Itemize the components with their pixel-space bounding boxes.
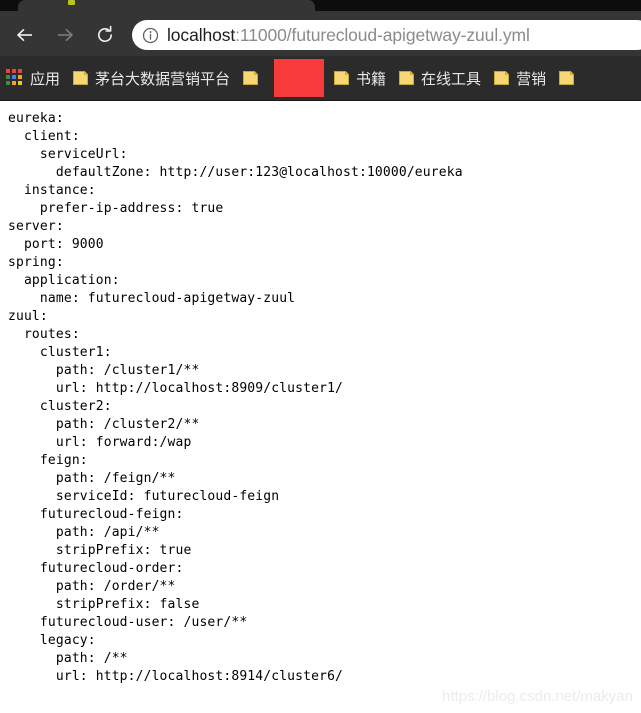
address-bar-path: :11000/futurecloud-apigetway-zuul.yml bbox=[235, 24, 530, 45]
watermark-text: https://blog.csdn.net/makyan bbox=[442, 688, 633, 705]
forward-button[interactable] bbox=[52, 22, 78, 48]
folder-icon bbox=[493, 69, 510, 87]
browser-tab-active[interactable] bbox=[18, 0, 315, 11]
folder-icon bbox=[72, 69, 89, 87]
bookmark-item-maotai[interactable]: 茅台大数据营销平台 bbox=[66, 56, 236, 100]
page-content: eureka: client: serviceUrl: defaultZone:… bbox=[0, 101, 641, 713]
bookmark-item-books[interactable]: 书籍 bbox=[327, 56, 392, 100]
bookmark-label: 应用 bbox=[30, 70, 61, 88]
folder-icon bbox=[242, 69, 259, 87]
bookmark-item-apps[interactable]: 应用 bbox=[0, 56, 66, 100]
folder-icon bbox=[558, 69, 575, 87]
folder-icon bbox=[333, 69, 350, 87]
yaml-document-text: eureka: client: serviceUrl: defaultZone:… bbox=[8, 111, 463, 684]
bookmark-label: 营销 bbox=[516, 70, 547, 88]
arrow-left-icon bbox=[14, 24, 36, 46]
address-bar-host: localhost bbox=[167, 24, 236, 45]
tab-strip bbox=[0, 0, 641, 11]
bookmark-label: 书籍 bbox=[356, 70, 387, 88]
back-button[interactable] bbox=[12, 22, 38, 48]
bookmarks-bar: 应用 茅台大数据营销平台 书籍 在线工具 营销 bbox=[0, 56, 641, 101]
bookmark-item-red-block[interactable] bbox=[274, 59, 325, 97]
browser-toolbar: localhost:11000/futurecloud-apigetway-zu… bbox=[0, 11, 641, 56]
bookmark-item-online-tools[interactable]: 在线工具 bbox=[392, 56, 487, 100]
bookmark-label: 茅台大数据营销平台 bbox=[95, 70, 231, 88]
arrow-right-icon bbox=[54, 24, 76, 46]
bookmark-item-overflow[interactable] bbox=[552, 56, 587, 100]
apps-grid-icon bbox=[6, 69, 24, 87]
info-circle-icon[interactable] bbox=[142, 27, 159, 44]
reload-icon bbox=[94, 24, 116, 46]
reload-button[interactable] bbox=[92, 22, 118, 48]
bookmark-item-unnamed[interactable] bbox=[236, 56, 271, 100]
address-bar[interactable]: localhost:11000/futurecloud-apigetway-zu… bbox=[132, 20, 641, 50]
bookmark-label: 在线工具 bbox=[421, 70, 482, 88]
address-bar-url: localhost:11000/futurecloud-apigetway-zu… bbox=[167, 25, 530, 46]
browser-window: localhost:11000/futurecloud-apigetway-zu… bbox=[0, 0, 641, 713]
tab-favicon-icon bbox=[68, 0, 75, 5]
bookmark-item-marketing[interactable]: 营销 bbox=[487, 56, 552, 100]
folder-icon bbox=[398, 69, 415, 87]
